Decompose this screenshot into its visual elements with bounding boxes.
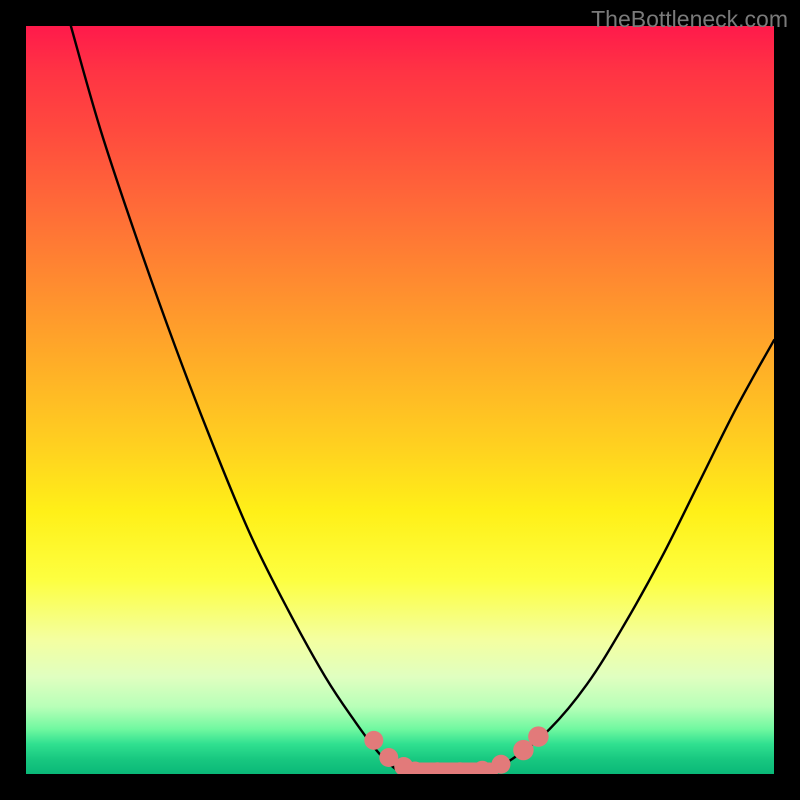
curve-marker	[528, 726, 548, 746]
curve-marker	[394, 757, 413, 774]
curve-marker	[379, 748, 398, 767]
marker-layer	[364, 726, 548, 774]
chart-frame: TheBottleneck.com	[0, 0, 800, 800]
plot-area	[26, 26, 774, 774]
curve-marker	[451, 762, 468, 774]
curve-marker	[406, 762, 423, 774]
curve-marker	[491, 755, 510, 774]
chart-svg	[26, 26, 774, 774]
curve-marker	[364, 731, 383, 750]
curve-marker	[474, 761, 491, 774]
curve-layer	[71, 26, 774, 772]
curve-marker	[429, 762, 446, 774]
curve-marker	[513, 740, 533, 760]
watermark-text: TheBottleneck.com	[591, 6, 788, 33]
bottleneck-curve	[71, 26, 774, 772]
